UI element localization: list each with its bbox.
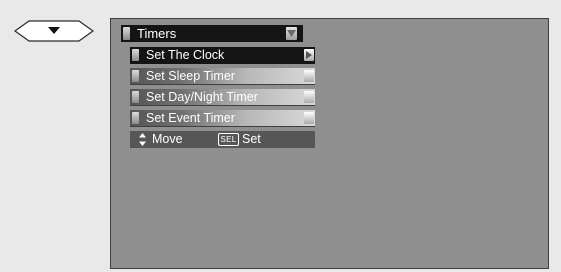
item-tab-icon (132, 112, 139, 124)
menu-item-label: Set Sleep Timer (146, 69, 235, 83)
menu-item-label: Set Event Timer (146, 111, 235, 125)
osd-screen: Timers Set The Clock Set Sleep Timer Set… (110, 18, 549, 269)
menu-item-set-event-timer[interactable]: Set Event Timer (130, 110, 315, 127)
nav-down-button[interactable] (14, 20, 94, 42)
menu-title: Timers (137, 26, 177, 41)
item-end-tab-icon (304, 70, 314, 82)
item-end-tab-icon (304, 91, 314, 103)
help-bar: Move SEL Set (130, 131, 315, 148)
menu-item-label: Set Day/Night Timer (146, 90, 258, 104)
item-tab-icon (132, 91, 139, 103)
move-label: Move (152, 132, 183, 146)
down-indicator-icon (286, 27, 297, 40)
arrow-right-icon (304, 49, 314, 61)
menu-item-set-the-clock[interactable]: Set The Clock (130, 47, 315, 64)
item-tab-icon (132, 70, 139, 82)
item-end-tab-icon (304, 112, 314, 124)
title-tab-icon (123, 27, 130, 40)
set-label: Set (242, 132, 261, 146)
menu-item-set-sleep-timer[interactable]: Set Sleep Timer (130, 68, 315, 85)
updown-arrows-icon (139, 133, 146, 146)
menu-title-bar: Timers (121, 25, 303, 42)
chevron-down-icon (14, 20, 94, 42)
menu-item-set-day-night-timer[interactable]: Set Day/Night Timer (130, 89, 315, 106)
sel-key-icon: SEL (218, 133, 239, 146)
item-tab-icon (132, 49, 139, 61)
menu-item-label: Set The Clock (146, 48, 225, 62)
